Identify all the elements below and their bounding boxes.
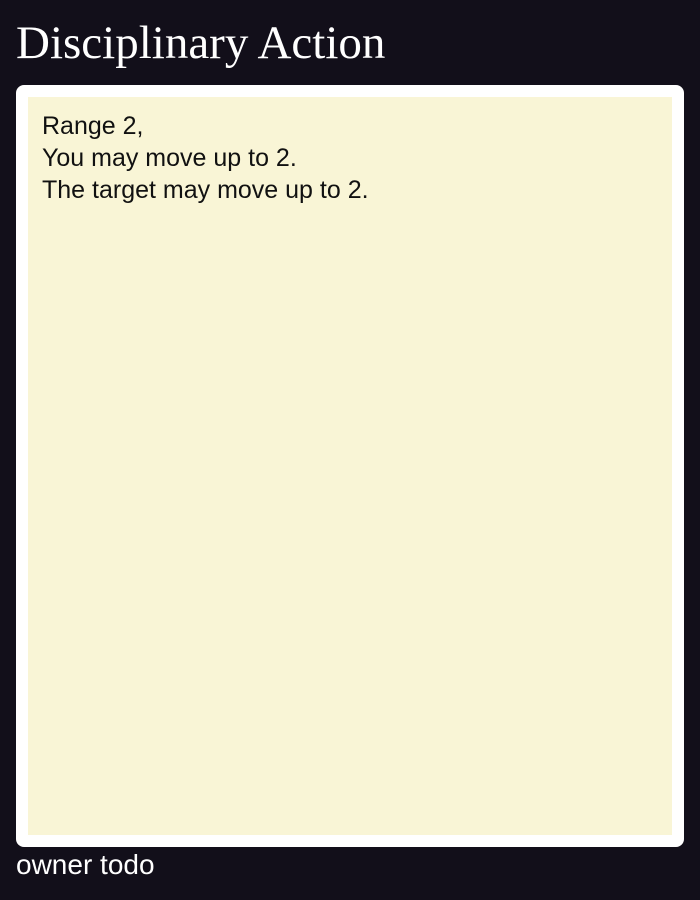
card-title: Disciplinary Action [16, 17, 386, 69]
card-body-line-target-move: The target may move up to 2. [42, 175, 369, 204]
card-body-line-range: Range 2, [42, 112, 144, 140]
card-owner-label: owner todo [16, 849, 155, 880]
card-body-line-self-move: You may move up to 2. [42, 143, 297, 172]
card-body: Range 2, You may move up to 2. The targe… [28, 97, 672, 835]
card-frame: Range 2, You may move up to 2. The targe… [16, 85, 684, 847]
